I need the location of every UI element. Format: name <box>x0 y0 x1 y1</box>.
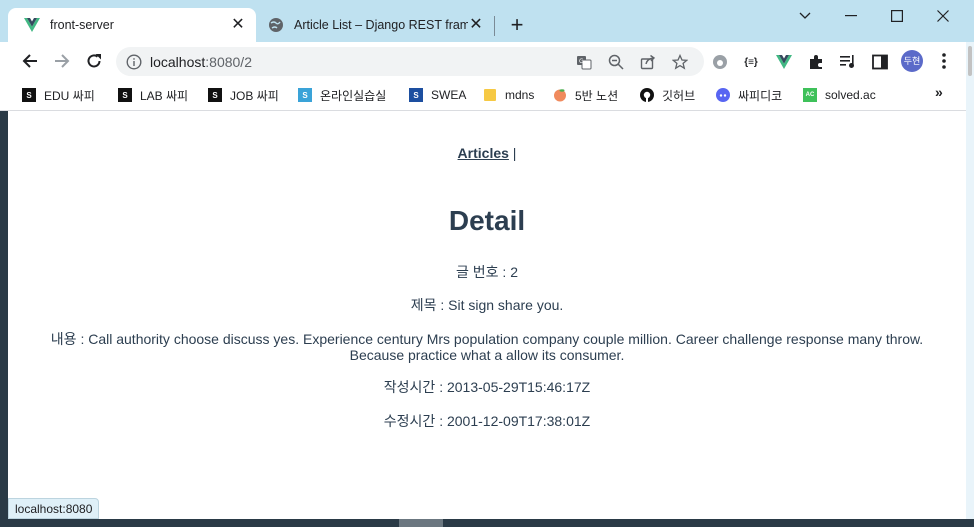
ssafy-icon: S <box>118 88 132 102</box>
forward-button[interactable] <box>51 50 73 72</box>
article-updated-at: 수정시간 : 2001-12-09T17:38:01Z <box>383 413 591 429</box>
tab-front-server[interactable]: front-server ✕ <box>8 8 256 42</box>
bookmark-edu-ssafy[interactable]: S EDU 싸피 <box>22 85 95 105</box>
translate-icon[interactable]: G <box>575 53 593 71</box>
vue-devtools-icon[interactable] <box>774 52 794 72</box>
github-icon <box>640 88 654 102</box>
solvedac-icon: AC <box>803 88 817 102</box>
ssafy-icon: S <box>208 88 222 102</box>
bookmark-lab-ssafy[interactable]: S LAB 싸피 <box>118 85 188 105</box>
bookmark-solvedac[interactable]: AC solved.ac <box>803 85 876 105</box>
bookmark-discord[interactable]: 싸피디코 <box>716 85 782 105</box>
media-control-icon[interactable] <box>838 52 858 72</box>
close-tab-icon[interactable]: ✕ <box>230 17 246 33</box>
window-left-edge <box>0 111 8 519</box>
vertical-scrollbar[interactable] <box>966 42 974 527</box>
arrow-right-icon <box>55 54 70 68</box>
vue-logo-icon <box>24 18 40 32</box>
bookmarks-overflow-button[interactable]: » <box>935 84 943 100</box>
discord-icon <box>716 88 730 102</box>
menu-kebab-icon[interactable] <box>936 51 952 71</box>
article-created-at: 작성시간 : 2013-05-29T15:46:17Z <box>383 379 591 395</box>
chevron-down-icon <box>799 12 811 19</box>
new-tab-button[interactable]: + <box>506 14 528 36</box>
globe-icon <box>269 18 283 32</box>
back-button[interactable] <box>19 50 41 72</box>
reload-button[interactable] <box>83 50 105 72</box>
page-nav: Articles | <box>8 145 966 161</box>
scrollbar-thumb[interactable] <box>968 46 972 76</box>
bookmark-github[interactable]: 깃허브 <box>640 85 695 105</box>
bookmark-star-icon[interactable] <box>671 53 689 71</box>
close-tab-icon[interactable]: ✕ <box>468 17 484 33</box>
article-content: 내용 : Call authority choose discuss yes. … <box>50 331 924 363</box>
json-viewer-icon[interactable]: {≡} <box>741 52 761 72</box>
reload-icon <box>87 54 101 68</box>
zoom-icon[interactable] <box>607 53 625 71</box>
maximize-button[interactable] <box>874 4 920 28</box>
nav-separator: | <box>512 145 517 161</box>
tab-title: front-server <box>50 18 114 32</box>
tab-strip: front-server ✕ Article List – Django RES… <box>0 0 974 42</box>
toolbar: localhost:8080/2 G {≡} 두현 <box>0 42 974 80</box>
tab-separator <box>494 16 495 36</box>
bookmark-online-lab[interactable]: S 온라인실습실 <box>298 85 386 105</box>
window-bottom-edge <box>0 519 974 527</box>
address-bar[interactable]: localhost:8080/2 G <box>116 47 704 76</box>
swea-icon: S <box>409 88 423 102</box>
folder-icon <box>483 88 497 102</box>
ssafy-icon: S <box>22 88 36 102</box>
page-title: Detail <box>448 205 526 236</box>
url-text: localhost:8080/2 <box>150 54 252 70</box>
bookmarks-bar: S EDU 싸피 S LAB 싸피 S JOB 싸피 S 온라인실습실 S SW… <box>0 80 974 111</box>
extensions-puzzle-icon[interactable] <box>806 52 826 72</box>
bookmark-swea[interactable]: S SWEA <box>409 85 466 105</box>
articles-link[interactable]: Articles <box>458 145 509 161</box>
bookmark-mdns[interactable]: mdns <box>483 85 534 105</box>
close-window-button[interactable] <box>920 4 966 28</box>
ssafy-icon: S <box>298 88 312 102</box>
minimize-icon <box>845 15 857 17</box>
share-icon[interactable] <box>639 53 657 71</box>
bookmark-notion[interactable]: 5반 노션 <box>553 85 618 105</box>
peach-icon <box>553 88 567 102</box>
article-title: 제목 : Sit sign share you. <box>410 297 564 313</box>
page-viewport: Articles | Detail 글 번호 : 2 제목 : Sit sign… <box>8 111 966 527</box>
maximize-icon <box>891 10 903 22</box>
arrow-left-icon <box>22 54 37 68</box>
tab-title: Article List – Django REST framewo <box>294 18 468 32</box>
side-panel-icon[interactable] <box>870 52 890 72</box>
tab-article-list[interactable]: Article List – Django REST framewo ✕ <box>258 8 494 42</box>
bookmark-job-ssafy[interactable]: S JOB 싸피 <box>208 85 279 105</box>
tab-search-button[interactable] <box>782 4 828 28</box>
minimize-button[interactable] <box>828 4 874 28</box>
site-info-icon[interactable] <box>126 54 142 70</box>
status-bubble: localhost:8080 <box>8 498 100 519</box>
profile-avatar[interactable]: 두현 <box>901 50 923 72</box>
taskbar-grip <box>399 519 443 527</box>
close-icon <box>937 10 949 22</box>
extension-cat-icon[interactable] <box>710 52 730 72</box>
svg-text:G: G <box>579 58 584 65</box>
article-id: 글 번호 : 2 <box>456 264 518 280</box>
